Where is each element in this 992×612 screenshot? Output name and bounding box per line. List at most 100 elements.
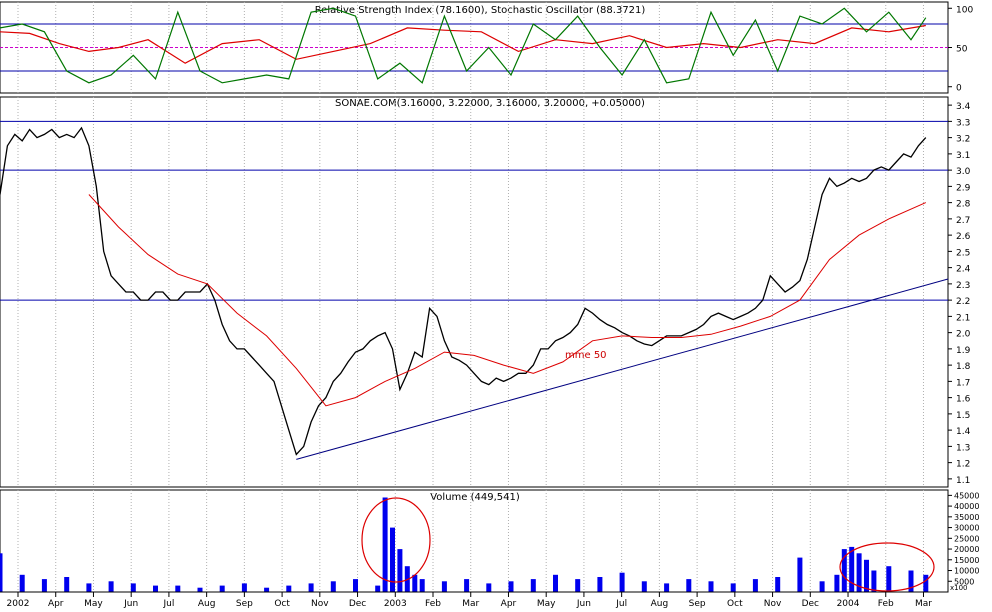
volume-bar <box>308 583 314 592</box>
x-tick-label: May <box>84 599 103 608</box>
price-title: SONAE.COM(3.16000, 3.22000, 3.16000, 3.2… <box>335 98 645 109</box>
volume-bar <box>553 574 558 592</box>
y-tick-label: 2.1 <box>956 313 970 323</box>
oscillator-title: Relative Strength Index (78.1600), Stoch… <box>315 5 646 16</box>
volume-bar <box>419 579 425 592</box>
x-tick-label: Apr <box>48 599 64 608</box>
x-tick-label: 2002 <box>7 599 30 608</box>
volume-bar <box>130 583 136 592</box>
y-tick-label: 2.0 <box>956 330 971 340</box>
y-tick-label: 1.6 <box>956 395 971 405</box>
volume-bar <box>530 579 536 592</box>
volume-bar <box>775 577 781 592</box>
chart-figure: Relative Strength Index (78.1600), Stoch… <box>0 0 992 609</box>
volume-title: Volume (449,541) <box>430 492 520 503</box>
x-tick-label: Sep <box>689 599 706 608</box>
volume-bar <box>64 577 70 592</box>
volume-bar <box>375 585 381 592</box>
volume-bar <box>382 497 388 592</box>
y-tick-label: 2.5 <box>956 248 970 258</box>
y-tick-label: 1.5 <box>956 411 970 421</box>
y-tick-label: 2.9 <box>956 183 971 193</box>
y-tick-label: 1.2 <box>956 460 970 470</box>
y-tick-label: 3.3 <box>956 118 970 128</box>
volume-bar <box>264 587 270 592</box>
volume-bar <box>708 581 714 592</box>
y-tick-label: 1.1 <box>956 476 970 486</box>
background <box>0 0 992 608</box>
volume-bar <box>441 581 447 592</box>
y-tick-label: 100 <box>956 5 973 15</box>
volume-bar <box>286 585 292 592</box>
y-tick-label: 0 <box>956 84 962 94</box>
mme-annotation: mme 50 <box>565 350 607 361</box>
volume-bar <box>686 579 692 592</box>
volume-bar <box>819 581 825 592</box>
y-tick-label: 50 <box>956 45 968 55</box>
y-tick-label: 35000 <box>954 513 979 522</box>
y-tick-label: 1.8 <box>956 362 971 372</box>
x-tick-label: Apr <box>501 599 517 608</box>
volume-bar <box>397 549 403 592</box>
y-tick-label: 1.4 <box>956 427 971 437</box>
x-tick-label: Jun <box>576 599 591 608</box>
y-tick-label: 25000 <box>954 534 979 543</box>
y-tick-label: 3.4 <box>956 102 971 112</box>
y-tick-label: 15000 <box>954 556 979 565</box>
x-tick-label: Jul <box>615 599 627 608</box>
x-tick-label: Aug <box>651 599 669 608</box>
volume-bar <box>641 581 647 592</box>
y-tick-label: 1.9 <box>956 346 971 356</box>
x-tick-label: Mar <box>915 599 932 608</box>
x-tick-label: Mar <box>462 599 479 608</box>
x-tick-label: Dec <box>349 599 366 608</box>
y-tick-label: 2.2 <box>956 297 970 307</box>
x-tick-label: Feb <box>425 599 441 608</box>
volume-bar <box>0 553 3 592</box>
x-tick-label: Oct <box>274 599 290 608</box>
y-tick-label: 3.0 <box>956 167 971 177</box>
volume-bar <box>19 574 25 592</box>
volume-bar <box>108 581 114 592</box>
x-tick-label: Jul <box>162 599 174 608</box>
volume-bar <box>730 583 736 592</box>
volume-bar <box>330 581 336 592</box>
volume-bar <box>664 583 670 592</box>
volume-bar <box>86 583 92 592</box>
volume-bar <box>864 559 869 592</box>
volume-unit-label: x100 <box>950 584 968 592</box>
x-tick-label: Feb <box>878 599 894 608</box>
volume-bar <box>575 579 581 592</box>
volume-bar <box>849 546 855 592</box>
y-tick-label: 2.4 <box>956 265 971 275</box>
x-tick-label: Sep <box>236 599 253 608</box>
y-tick-label: 3.1 <box>956 151 970 161</box>
volume-bar <box>886 566 892 592</box>
y-tick-label: 2.6 <box>956 232 971 242</box>
volume-bar <box>412 574 418 592</box>
volume-bar <box>923 574 929 592</box>
y-tick-label: 1.3 <box>956 443 970 453</box>
y-tick-label: 40000 <box>954 502 979 511</box>
volume-bar <box>353 579 358 592</box>
volume-bar <box>464 579 470 592</box>
y-tick-label: 2.7 <box>956 216 970 226</box>
x-tick-label: Oct <box>727 599 743 608</box>
volume-bar <box>197 587 203 592</box>
x-tick-label: Jun <box>123 599 138 608</box>
volume-bar <box>508 581 514 592</box>
x-tick-label: Nov <box>311 599 329 608</box>
volume-bar <box>752 579 758 592</box>
x-tick-label: 2003 <box>384 599 407 608</box>
x-tick-label: Dec <box>802 599 819 608</box>
volume-bar <box>175 585 181 592</box>
y-tick-label: 30000 <box>954 524 979 533</box>
volume-bar <box>153 585 158 592</box>
volume-bar <box>486 583 492 592</box>
y-tick-label: 20000 <box>954 545 979 554</box>
volume-bar <box>597 577 603 592</box>
volume-bar <box>241 583 247 592</box>
volume-bar <box>41 579 47 592</box>
x-tick-label: Nov <box>764 599 782 608</box>
volume-bar <box>219 585 225 592</box>
